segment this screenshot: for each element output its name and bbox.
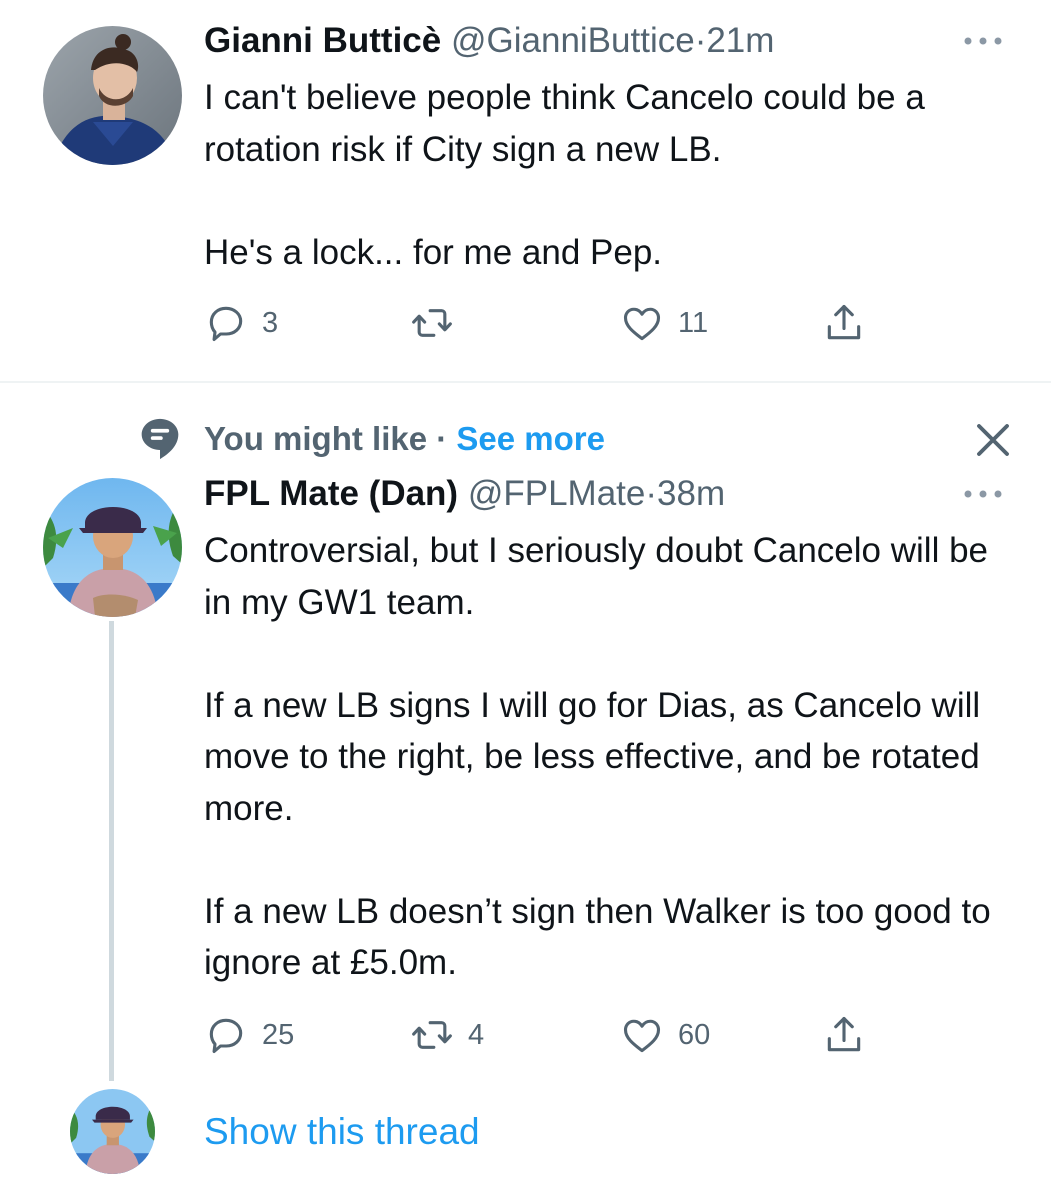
like-button[interactable]: 11	[620, 298, 708, 348]
tweet-header: FPL Mate (Dan) @FPLMate·38m	[204, 472, 725, 516]
reply-button[interactable]: 25	[204, 1010, 294, 1060]
retweet-icon	[412, 1021, 452, 1049]
handle[interactable]: @FPLMate	[468, 474, 646, 513]
share-button[interactable]	[822, 1010, 866, 1060]
reply-count: 25	[262, 1018, 295, 1051]
tweet-paragraph: If a new LB signs I will go for Dias, as…	[204, 685, 981, 828]
suggestion-context: You might like · See more	[204, 417, 605, 461]
action-bar: 25 4 60	[0, 1010, 1051, 1060]
reply-icon	[209, 306, 243, 342]
tweet-paragraph: Controversial, but I seriously doubt Can…	[204, 531, 988, 622]
suggestion-separator: ·	[436, 420, 448, 457]
share-button[interactable]	[822, 298, 866, 348]
tweet-fplmate[interactable]: You might like · See more FPL Mate (Dan)…	[0, 383, 1051, 1200]
avatar-fplmate-small[interactable]	[70, 1089, 155, 1174]
avatar-fplmate-image	[43, 478, 182, 617]
retweet-button[interactable]	[410, 298, 468, 348]
tweet-gianni[interactable]: Gianni Butticè @GianniButtice·21m I can'…	[0, 0, 1051, 382]
tweet-text: I can't believe people think Cancelo cou…	[204, 72, 1004, 278]
suggestion-label: You might like	[204, 420, 428, 457]
heart-icon	[623, 1019, 661, 1053]
more-dots-icon[interactable]	[963, 36, 1003, 46]
reply-icon	[209, 1018, 243, 1054]
retweet-icon	[412, 309, 452, 337]
display-name[interactable]: FPL Mate (Dan)	[204, 474, 458, 513]
reply-button[interactable]: 3	[204, 298, 278, 348]
timestamp[interactable]: 21m	[706, 21, 774, 60]
avatar-fplmate-small-image	[70, 1089, 155, 1174]
heart-icon	[623, 307, 661, 341]
display-name[interactable]: Gianni Butticè	[204, 21, 441, 60]
tweet-paragraph: If a new LB doesn’t sign then Walker is …	[204, 891, 991, 983]
action-bar: 3 11	[0, 298, 1051, 348]
share-icon	[827, 304, 861, 340]
handle[interactable]: @GianniButtice	[451, 21, 695, 60]
meta-separator: ·	[645, 474, 658, 513]
like-button[interactable]: 60	[620, 1010, 710, 1060]
avatar-fplmate[interactable]	[43, 478, 182, 617]
retweet-button[interactable]: 4	[410, 1010, 484, 1060]
meta-separator: ·	[694, 21, 707, 60]
tweet-header: Gianni Butticè @GianniButtice·21m	[204, 19, 774, 63]
tweet-paragraph: I can't believe people think Cancelo cou…	[204, 78, 925, 169]
reply-count: 3	[262, 306, 279, 339]
tweet-text: Controversial, but I seriously doubt Can…	[204, 525, 1004, 989]
share-icon	[827, 1016, 861, 1052]
retweet-count: 4	[468, 1018, 485, 1051]
close-icon[interactable]	[972, 419, 1014, 461]
avatar-gianni-image	[43, 26, 182, 165]
speech-bubble-icon	[141, 418, 179, 460]
like-count: 11	[678, 306, 709, 339]
see-more-link[interactable]: See more	[456, 420, 605, 457]
avatar-gianni[interactable]	[43, 26, 182, 165]
like-count: 60	[678, 1018, 711, 1051]
timestamp[interactable]: 38m	[657, 474, 725, 513]
more-dots-icon[interactable]	[963, 489, 1003, 499]
tweet-paragraph: He's a lock... for me and Pep.	[204, 232, 663, 272]
show-thread-link[interactable]: Show this thread	[204, 1108, 480, 1156]
